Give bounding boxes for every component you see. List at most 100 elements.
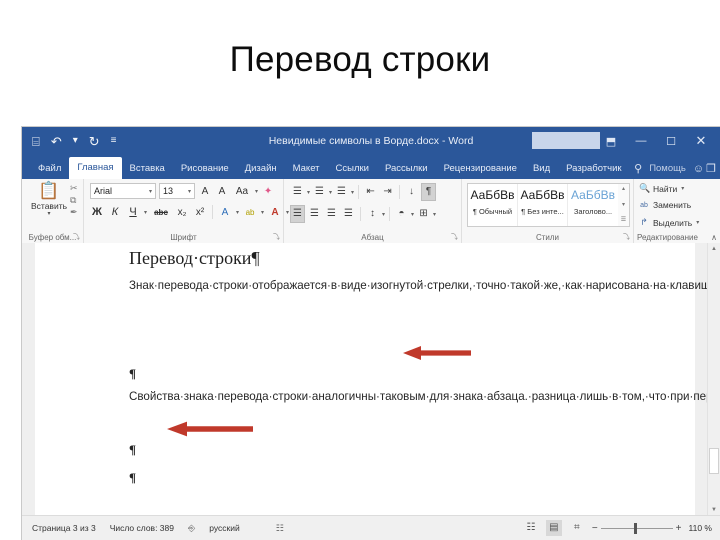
tab-design[interactable]: Дизайн [237, 158, 285, 179]
tab-developer[interactable]: Разработчик [558, 158, 629, 179]
font-color-icon[interactable]: A [268, 207, 282, 218]
clear-formatting-icon[interactable]: ✦ [261, 186, 275, 197]
lightbulb-icon[interactable]: ⚲ [634, 162, 642, 175]
highlight-color-icon[interactable]: ab [243, 208, 257, 217]
help-search-label[interactable]: Помощь [644, 163, 691, 174]
zoom-in-button[interactable]: + [676, 523, 682, 534]
zoom-level-label[interactable]: 110 % [689, 523, 712, 533]
word-count[interactable]: Число слов: 389 [110, 523, 174, 533]
font-size-combo[interactable]: 13 ▾ [159, 183, 195, 199]
align-center-button[interactable]: ☰ [307, 206, 322, 222]
replace-button[interactable]: ab Заменить [639, 200, 691, 210]
minimize-icon[interactable]: — [626, 127, 656, 155]
view-web-layout-icon[interactable]: ⌗ [569, 520, 585, 536]
multilevel-list-icon[interactable]: ☰ [334, 184, 349, 200]
paragraph-dialog-launcher-icon[interactable]: ⤵ [451, 232, 458, 242]
font-dialog-launcher-icon[interactable]: ⤵ [273, 232, 280, 242]
font-name-combo[interactable]: Arial ▾ [90, 183, 156, 199]
zoom-slider[interactable]: − + [592, 522, 682, 534]
format-painter-icon[interactable]: ✒ [70, 207, 78, 217]
accessibility-icon[interactable]: ☷ [276, 523, 284, 534]
zoom-out-button[interactable]: − [592, 523, 598, 534]
tab-view[interactable]: Вид [525, 158, 558, 179]
cut-icon[interactable]: ✂ [70, 183, 78, 193]
tab-review[interactable]: Рецензирование [436, 158, 525, 179]
view-print-layout-icon[interactable]: ▤ [545, 520, 562, 536]
collapse-ribbon-icon[interactable]: ∧ [711, 233, 717, 242]
scroll-up-icon[interactable]: ▲ [708, 243, 720, 255]
chevron-down-icon[interactable]: ▾ [351, 189, 354, 196]
zoom-thumb[interactable] [633, 522, 637, 534]
tab-insert[interactable]: Вставка [122, 158, 173, 179]
numbering-icon[interactable]: ☰ [312, 184, 327, 200]
style-item-heading[interactable]: АаБбВв Заголово... [568, 184, 618, 226]
paste-caret-icon[interactable]: ▾ [28, 211, 70, 217]
tab-references[interactable]: Ссылки [328, 158, 377, 179]
comments-icon[interactable]: ❐ [706, 162, 716, 175]
increase-indent-icon[interactable]: ⇥ [380, 184, 395, 200]
clipboard-dialog-launcher-icon[interactable]: ⤵ [73, 232, 80, 242]
bold-button[interactable]: Ж [90, 206, 104, 218]
italic-button[interactable]: К [108, 206, 122, 218]
copy-icon[interactable]: ⧉ [70, 195, 78, 205]
tab-draw[interactable]: Рисование [173, 158, 237, 179]
subscript-button[interactable]: x₂ [175, 207, 189, 218]
chevron-down-icon[interactable]: ▾ [329, 189, 332, 196]
tab-mailings[interactable]: Рассылки [377, 158, 436, 179]
chevron-down-icon[interactable]: ▾ [681, 185, 684, 192]
strikethrough-button[interactable]: abc [151, 208, 171, 217]
sort-icon[interactable]: ↓ [404, 184, 419, 200]
more-styles-icon[interactable]: ☰ [621, 217, 626, 224]
page-indicator[interactable]: Страница 3 из 3 [32, 523, 96, 533]
vertical-scrollbar[interactable]: ▲ ▼ [707, 243, 720, 516]
superscript-button[interactable]: x² [193, 207, 207, 218]
chevron-down-icon[interactable]: ▾ [261, 209, 264, 216]
shrink-font-icon[interactable]: A [215, 186, 229, 197]
chevron-down-icon[interactable]: ▾ [411, 211, 414, 218]
underline-button[interactable]: Ч [126, 206, 140, 218]
ribbon-display-options-icon[interactable]: ⬒ [596, 127, 626, 155]
close-icon[interactable]: ✕ [686, 127, 716, 155]
text-effects-icon[interactable]: A [218, 207, 232, 218]
chevron-down-icon[interactable]: ▾ [144, 209, 147, 216]
show-formatting-marks-button[interactable]: ¶ [421, 183, 437, 201]
account-name-field[interactable] [532, 132, 600, 149]
align-left-button[interactable]: ☰ [290, 205, 305, 223]
chevron-down-icon[interactable]: ▾ [696, 219, 699, 226]
tab-home[interactable]: Главная [69, 157, 122, 179]
line-spacing-icon[interactable]: ↕ [365, 206, 380, 222]
change-case-icon[interactable]: Aa [232, 186, 252, 197]
chevron-up-icon[interactable]: ▴ [622, 186, 625, 193]
shading-icon[interactable]: ◓ [394, 206, 409, 222]
language-indicator[interactable]: русский [209, 523, 240, 533]
tab-layout[interactable]: Макет [285, 158, 328, 179]
chevron-down-icon[interactable]: ▾ [433, 211, 436, 218]
view-read-mode-icon[interactable]: ☷ [523, 520, 539, 536]
align-right-button[interactable]: ☰ [324, 206, 339, 222]
proofing-icon[interactable]: ⎆ [188, 523, 195, 534]
zoom-track[interactable] [600, 522, 673, 534]
scrollbar-thumb[interactable] [709, 448, 719, 474]
select-button[interactable]: ↱ Выделить ▾ [639, 217, 699, 228]
find-label: Найти [653, 183, 678, 194]
find-button[interactable]: 🔍 Найти ▾ [639, 183, 684, 194]
chevron-down-icon[interactable]: ▾ [236, 209, 239, 216]
share-person-icon[interactable]: ☺ [693, 163, 704, 175]
paste-button[interactable]: 📋 Вставить ▾ [28, 182, 70, 218]
search-icon: 🔍 [639, 183, 651, 193]
chevron-down-icon[interactable]: ▾ [622, 202, 625, 209]
chevron-down-icon[interactable]: ▾ [307, 189, 310, 196]
bullets-icon[interactable]: ☰ [290, 184, 305, 200]
restore-icon[interactable]: ☐ [656, 127, 686, 155]
grow-font-icon[interactable]: A [198, 186, 212, 197]
style-item-normal[interactable]: АаБбВв ¶ Обычный [468, 184, 518, 226]
document-page[interactable]: Перевод·строки¶ Знак·перевода·строки·ото… [35, 243, 720, 516]
decrease-indent-icon[interactable]: ⇤ [363, 184, 378, 200]
chevron-down-icon[interactable]: ▾ [382, 211, 385, 218]
justify-button[interactable]: ☰ [341, 206, 356, 222]
style-item-no-spacing[interactable]: АаБбВв ¶ Без инте... [518, 184, 568, 226]
chevron-down-icon[interactable]: ▾ [255, 188, 258, 195]
styles-dialog-launcher-icon[interactable]: ⤵ [623, 232, 630, 242]
tab-file[interactable]: Файл [30, 158, 69, 179]
borders-icon[interactable]: ⊞ [416, 206, 431, 222]
